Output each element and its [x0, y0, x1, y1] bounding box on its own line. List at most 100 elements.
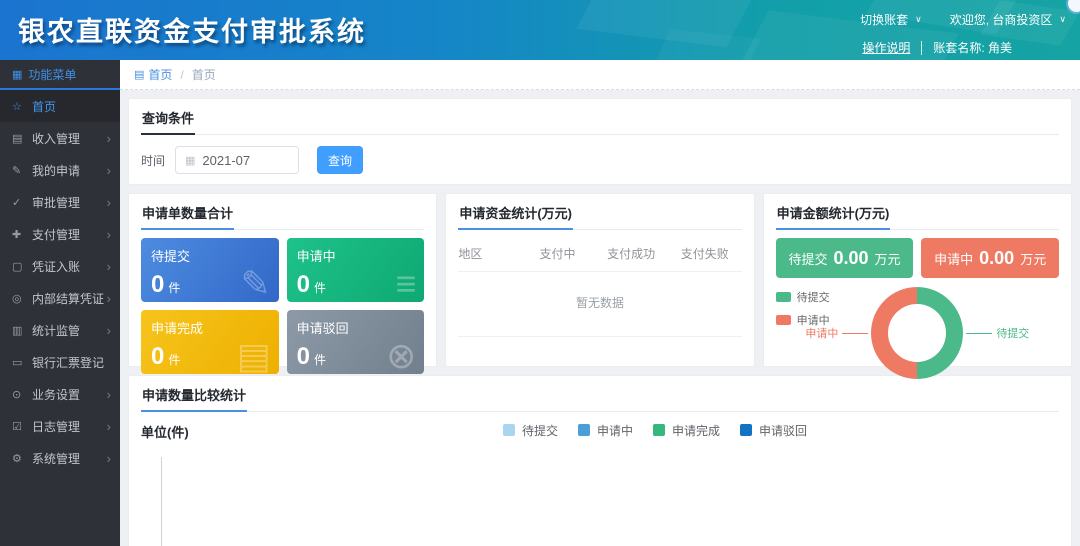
card-unit: 件: [168, 353, 180, 367]
chevron-right-icon: ›: [107, 195, 111, 210]
calendar-icon: ▦: [185, 154, 195, 167]
sidebar-item-voucher-entry[interactable]: ▢凭证入账›: [0, 250, 120, 282]
funds-table-title: 申请资金统计(万元): [458, 200, 741, 230]
sidebar-item-label: 业务设置: [32, 386, 80, 403]
summary-card-pending: 待提交0件✎: [141, 238, 279, 302]
card-unit: 件: [168, 281, 180, 295]
chevron-right-icon: ›: [107, 291, 111, 306]
search-button[interactable]: 查询: [317, 146, 363, 174]
compare-legend-item[interactable]: 申请中: [578, 422, 633, 439]
sidebar-item-business-settings[interactable]: ⊙业务设置›: [0, 378, 120, 410]
menu-grid-icon: ▦: [12, 68, 22, 81]
sidebar-item-label: 支付管理: [32, 226, 80, 243]
chevron-down-icon: ∨: [1059, 14, 1066, 25]
sidebar-item-approval[interactable]: ✓ 审批管理 ›: [0, 186, 120, 218]
approve-check-icon: ✓: [12, 196, 28, 209]
sidebar-item-label: 内部结算凭证: [32, 290, 104, 307]
sidebar-item-stats-supervision[interactable]: ▥统计监管›: [0, 314, 120, 346]
compare-legend-item[interactable]: 申请完成: [653, 422, 720, 439]
y-axis-unit-label: 单位(件): [141, 422, 189, 441]
legend-label: 申请驳回: [759, 422, 807, 439]
sidebar-item-label: 系统管理: [32, 450, 80, 467]
legend-swatch: [776, 315, 791, 325]
log-edit-icon: ☑: [12, 420, 28, 433]
switch-account-dropdown[interactable]: 切换账套 ∨: [860, 11, 922, 28]
sidebar-item-internal-settlement[interactable]: ◎内部结算凭证›: [0, 282, 120, 314]
chevron-right-icon: ›: [107, 259, 111, 274]
donut-legend: 待提交申请中: [776, 289, 830, 328]
sidebar-item-payment[interactable]: ✚支付管理›: [0, 218, 120, 250]
breadcrumb: ▤ 首页 / 首页: [120, 60, 1080, 90]
sidebar-item-label: 日志管理: [32, 418, 80, 435]
card-value: 0件: [151, 345, 180, 369]
compare-legend-item[interactable]: 待提交: [503, 422, 558, 439]
sidebar-item-label: 审批管理: [32, 194, 80, 211]
amount-button-value: 0.00: [833, 248, 868, 269]
amount-button-unit: 万元: [875, 249, 901, 268]
compare-chart-title: 申请数量比较统计: [141, 382, 1059, 412]
compare-chart-panel: 申请数量比较统计 单位(件) 待提交 申请中 申请完成 申请驳回: [128, 375, 1072, 546]
amount-button-label: 待提交: [788, 249, 827, 268]
legend-label: 申请中: [597, 422, 633, 439]
sidebar-item-home[interactable]: ☆首页: [0, 90, 120, 122]
operation-guide-link[interactable]: 操作说明: [862, 39, 910, 56]
chevron-right-icon: ›: [107, 387, 111, 402]
card-value: 0件: [297, 273, 326, 297]
amount-buttons: 待提交0.00万元申请中0.00万元: [776, 238, 1059, 278]
donut-chart: [871, 287, 963, 379]
bar-chart-plot-area: [161, 457, 1055, 546]
draft-card-icon: ▭: [12, 356, 28, 369]
callout-line: [842, 333, 868, 334]
income-doc-icon: ▤: [12, 132, 28, 145]
header-divider: [921, 41, 922, 55]
sidebar: ▦ 功能菜单 ☆首页▤收入管理›✎我的申请›✓审批管理›✚支付管理›▢凭证入账›…: [0, 60, 120, 546]
legend-label: 待提交: [797, 289, 830, 305]
amount-button-unit: 万元: [1020, 249, 1046, 268]
breadcrumb-home-link[interactable]: 首页: [148, 66, 172, 83]
page-doc-icon: ▤: [134, 68, 144, 81]
legend-swatch: [503, 424, 515, 436]
list-check-icon: ≡: [395, 266, 416, 302]
donut-label-applying: 申请中: [805, 325, 868, 341]
system-gear-icon: ⚙: [12, 452, 28, 465]
doc-done-icon: ▤: [237, 338, 271, 374]
card-value: 0件: [151, 273, 180, 297]
donut-legend-item[interactable]: 待提交: [776, 289, 830, 305]
content: 查询条件 时间 ▦ 2021-07 查询 申请单数量合计 待提交0件✎申请中0件…: [120, 90, 1080, 546]
card-unit: 件: [314, 281, 326, 295]
summary-card-rejected: 申请驳回0件⊗: [287, 310, 425, 374]
chevron-right-icon: ›: [107, 451, 111, 466]
amount-button-pending[interactable]: 待提交 0.00 万元: [776, 238, 914, 278]
amount-button-applying[interactable]: 申请中0.00万元: [921, 238, 1059, 278]
amount-button-label: 申请中: [934, 249, 973, 268]
chevron-right-icon: ›: [107, 227, 111, 242]
sidebar-item-label: 凭证入账: [32, 258, 80, 275]
chevron-down-icon: ∨: [915, 14, 922, 25]
home-star-icon: ☆: [12, 100, 28, 113]
welcome-user-dropdown[interactable]: 欢迎您, 台商投资区 ∨: [950, 11, 1066, 28]
amount-panel: 申请金额统计(万元) 待提交0.00万元申请中0.00万元 待提交申请中 申请中…: [763, 193, 1072, 367]
sidebar-item-income[interactable]: ▤收入管理›: [0, 122, 120, 154]
card-value: 0件: [297, 345, 326, 369]
compare-legend-item[interactable]: 申请驳回: [740, 422, 807, 439]
sidebar-item-log[interactable]: ☑日志管理›: [0, 410, 120, 442]
legend-label: 待提交: [522, 422, 558, 439]
time-input[interactable]: ▦ 2021-07: [175, 146, 299, 174]
legend-swatch: [653, 424, 665, 436]
donut-label-pending: 待提交: [966, 325, 1029, 341]
legend-swatch: [776, 292, 791, 302]
stats-chart-icon: ▥: [12, 324, 28, 337]
account-name-label: 账套名称: 角美: [933, 39, 1012, 56]
time-label: 时间: [141, 152, 165, 169]
breadcrumb-current: 首页: [192, 66, 216, 83]
chevron-right-icon: ›: [107, 131, 111, 146]
sidebar-item-bank-draft[interactable]: ▭银行汇票登记: [0, 346, 120, 378]
legend-swatch: [578, 424, 590, 436]
summary-card-completed: 申请完成0件▤: [141, 310, 279, 374]
funds-column-header: 地区: [458, 245, 520, 262]
sidebar-header-label: 功能菜单: [28, 66, 76, 83]
funds-column-header: 支付失败: [668, 245, 742, 262]
sidebar-item-my-apply[interactable]: ✎我的申请›: [0, 154, 120, 186]
sidebar-item-system[interactable]: ⚙ 系统管理 ›: [0, 442, 120, 474]
card-unit: 件: [314, 353, 326, 367]
